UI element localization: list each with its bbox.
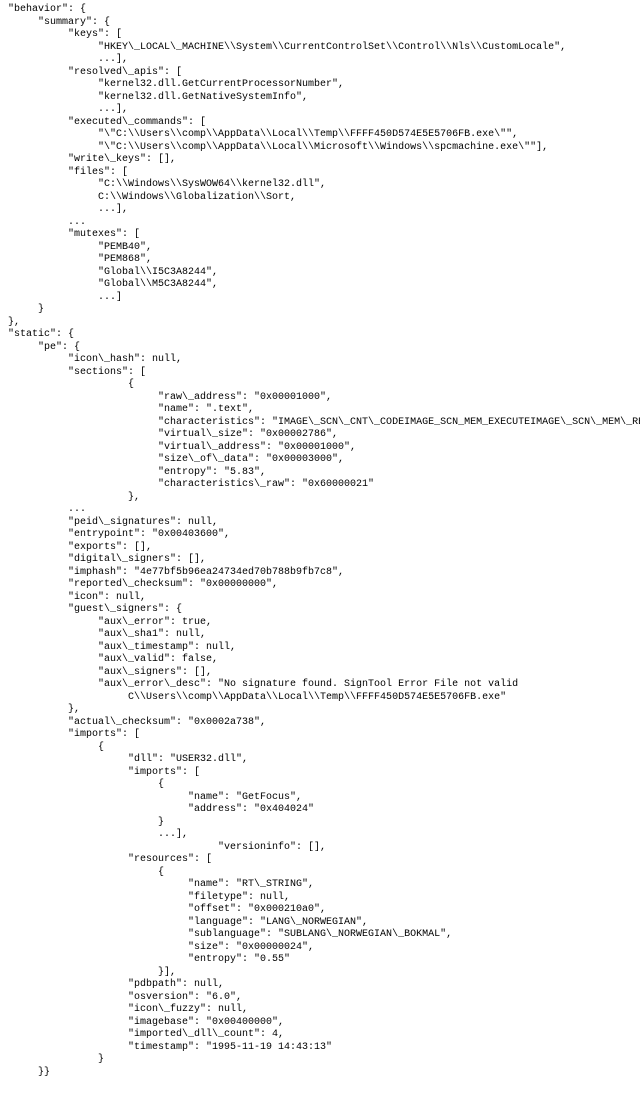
json-code-block: "behavior": { "summary": { "keys": [ "HK…: [8, 4, 632, 1079]
